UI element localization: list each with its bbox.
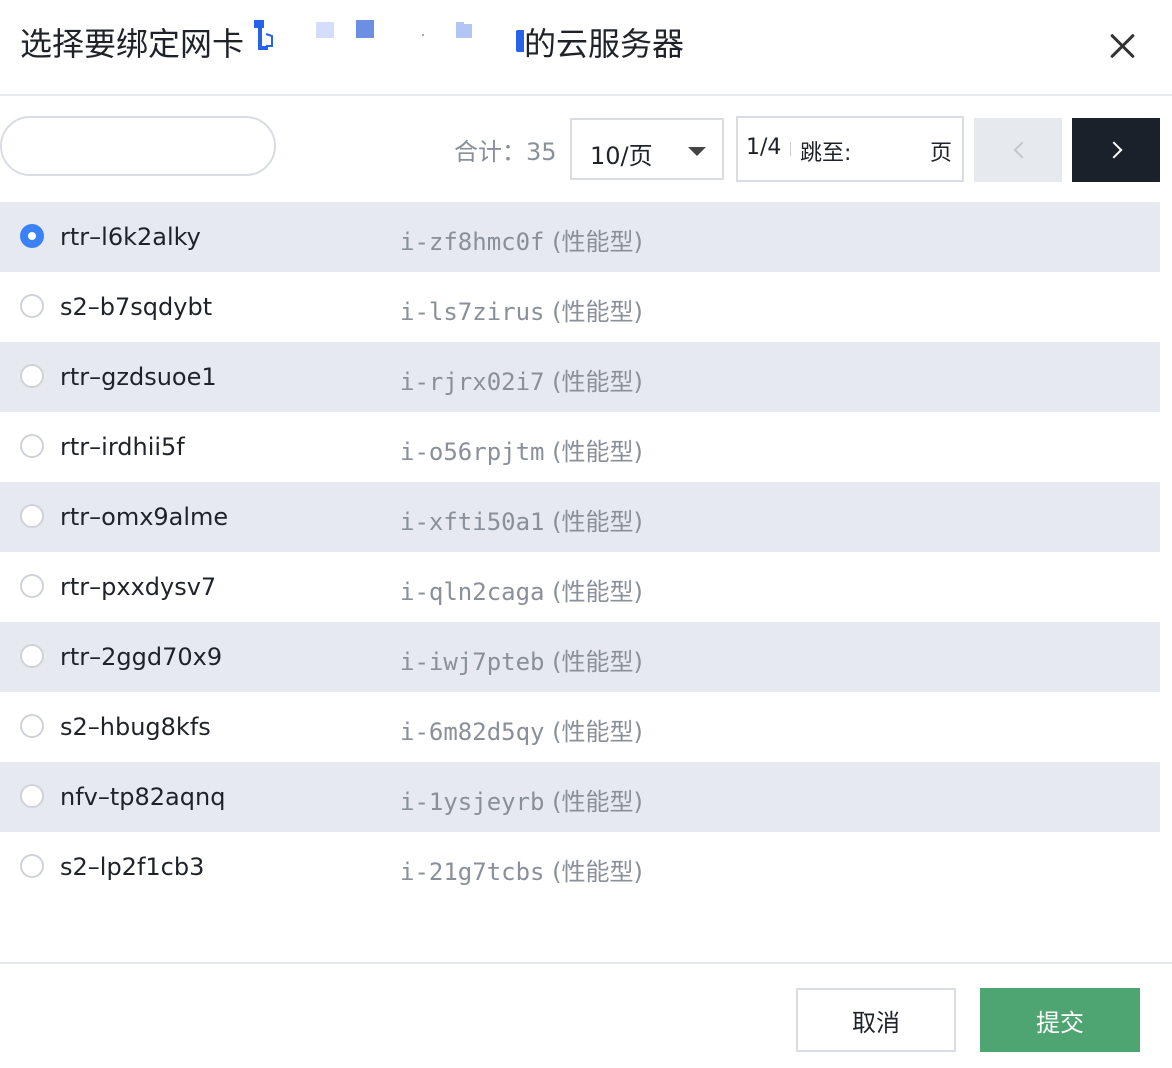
divider bbox=[790, 142, 791, 156]
instance-id: i-zf8hmc0f bbox=[400, 228, 545, 256]
close-icon[interactable] bbox=[1104, 28, 1140, 64]
list-item[interactable]: s2–lp2f1cb3 i-21g7tcbs (性能型) bbox=[0, 832, 1160, 902]
server-name: nfv–tp82aqnq bbox=[60, 783, 226, 811]
page-size-select[interactable]: 10/页 bbox=[570, 118, 724, 180]
next-page-button[interactable] bbox=[1072, 118, 1160, 182]
list-item[interactable]: rtr–omx9alme i-xfti50a1 (性能型) bbox=[0, 482, 1160, 552]
list-item[interactable]: rtr–l6k2alky i-zf8hmc0f (性能型) bbox=[0, 202, 1160, 272]
redacted-nic-name bbox=[244, 20, 525, 64]
radio-button[interactable] bbox=[20, 574, 44, 598]
list-item[interactable]: rtr–pxxdysv7 i-qln2caga (性能型) bbox=[0, 552, 1160, 622]
server-name: rtr–pxxdysv7 bbox=[60, 573, 217, 601]
instance-id: i-21g7tcbs bbox=[400, 858, 545, 886]
caret-down-icon bbox=[688, 147, 706, 156]
cancel-button[interactable]: 取消 bbox=[796, 988, 956, 1052]
instance-type: (性能型) bbox=[544, 438, 643, 466]
instance-id: i-ls7zirus bbox=[400, 298, 545, 326]
page-indicator: 1/4 bbox=[746, 135, 782, 160]
page-size-value: 10/页 bbox=[590, 142, 653, 170]
submit-button[interactable]: 提交 bbox=[980, 988, 1140, 1052]
instance-id: i-xfti50a1 bbox=[400, 508, 545, 536]
instance-type: (性能型) bbox=[544, 508, 643, 536]
prev-page-button[interactable] bbox=[974, 118, 1062, 182]
instance-id: i-1ysjeyrb bbox=[400, 788, 545, 816]
redacted-pixel-art bbox=[254, 20, 525, 52]
instance-type: (性能型) bbox=[544, 228, 643, 256]
chevron-right-icon bbox=[1105, 141, 1123, 159]
dialog-title: 选择要绑定网卡 的云服务器 bbox=[20, 20, 684, 64]
instance-info: i-6m82d5qy (性能型) bbox=[400, 712, 643, 747]
list-item[interactable]: rtr–2ggd70x9 i-iwj7pteb (性能型) bbox=[0, 622, 1160, 692]
instance-id: i-iwj7pteb bbox=[400, 648, 545, 676]
instance-id: i-o56rpjtm bbox=[400, 438, 545, 466]
page-jump-input[interactable] bbox=[858, 128, 924, 170]
radio-button[interactable] bbox=[20, 854, 44, 878]
instance-id: i-6m82d5qy bbox=[400, 718, 545, 746]
server-name: rtr–omx9alme bbox=[60, 503, 229, 531]
radio-button[interactable] bbox=[20, 364, 44, 388]
instance-info: i-rjrx02i7 (性能型) bbox=[400, 362, 643, 397]
list-item[interactable]: s2–hbug8kfs i-6m82d5qy (性能型) bbox=[0, 692, 1160, 762]
instance-info: i-21g7tcbs (性能型) bbox=[400, 852, 643, 887]
instance-info: i-1ysjeyrb (性能型) bbox=[400, 782, 643, 817]
list-item[interactable]: rtr–gzdsuoe1 i-rjrx02i7 (性能型) bbox=[0, 342, 1160, 412]
dialog-header: 选择要绑定网卡 的云服务器 bbox=[0, 0, 1172, 96]
list-item[interactable]: rtr–irdhii5f i-o56rpjtm (性能型) bbox=[0, 412, 1160, 482]
radio-button[interactable] bbox=[20, 434, 44, 458]
radio-button[interactable] bbox=[20, 714, 44, 738]
chevron-left-icon bbox=[1013, 141, 1031, 159]
list-item[interactable]: s2–b7sqdybt i-ls7zirus (性能型) bbox=[0, 272, 1160, 342]
page-jump: 1/4 跳至: 页 bbox=[736, 116, 964, 182]
instance-type: (性能型) bbox=[544, 298, 643, 326]
instance-info: i-qln2caga (性能型) bbox=[400, 572, 643, 607]
radio-button[interactable] bbox=[20, 294, 44, 318]
jump-label: 跳至: bbox=[800, 141, 852, 166]
instance-id: i-qln2caga bbox=[400, 578, 545, 606]
search-input[interactable] bbox=[0, 116, 276, 176]
total-count: 合计：35 bbox=[454, 138, 557, 166]
dialog-title-suffix: 的云服务器 bbox=[524, 25, 685, 63]
server-name: s2–b7sqdybt bbox=[60, 293, 213, 321]
instance-type: (性能型) bbox=[544, 788, 643, 816]
radio-button[interactable] bbox=[20, 644, 44, 668]
list-item[interactable]: nfv–tp82aqnq i-1ysjeyrb (性能型) bbox=[0, 762, 1160, 832]
radio-button[interactable] bbox=[20, 784, 44, 808]
dialog-title-prefix: 选择要绑定网卡 bbox=[20, 25, 245, 63]
instance-id: i-rjrx02i7 bbox=[400, 368, 545, 396]
instance-info: i-o56rpjtm (性能型) bbox=[400, 432, 643, 467]
server-name: rtr–2ggd70x9 bbox=[60, 643, 223, 671]
instance-info: i-xfti50a1 (性能型) bbox=[400, 502, 643, 537]
server-name: rtr–gzdsuoe1 bbox=[60, 363, 217, 391]
radio-button[interactable] bbox=[20, 224, 44, 248]
instance-type: (性能型) bbox=[544, 368, 643, 396]
instance-info: i-iwj7pteb (性能型) bbox=[400, 642, 643, 677]
instance-type: (性能型) bbox=[544, 578, 643, 606]
radio-button[interactable] bbox=[20, 504, 44, 528]
instance-type: (性能型) bbox=[544, 648, 643, 676]
server-name: rtr–l6k2alky bbox=[60, 223, 201, 251]
server-list: rtr–l6k2alky i-zf8hmc0f (性能型) s2–b7sqdybt i… bbox=[0, 202, 1160, 902]
page-unit-label: 页 bbox=[930, 141, 953, 166]
server-name: rtr–irdhii5f bbox=[60, 433, 185, 461]
instance-info: i-zf8hmc0f (性能型) bbox=[400, 222, 643, 257]
instance-type: (性能型) bbox=[544, 858, 643, 886]
instance-info: i-ls7zirus (性能型) bbox=[400, 292, 643, 327]
server-name: s2–lp2f1cb3 bbox=[60, 853, 205, 881]
instance-type: (性能型) bbox=[544, 718, 643, 746]
server-name: s2–hbug8kfs bbox=[60, 713, 211, 741]
